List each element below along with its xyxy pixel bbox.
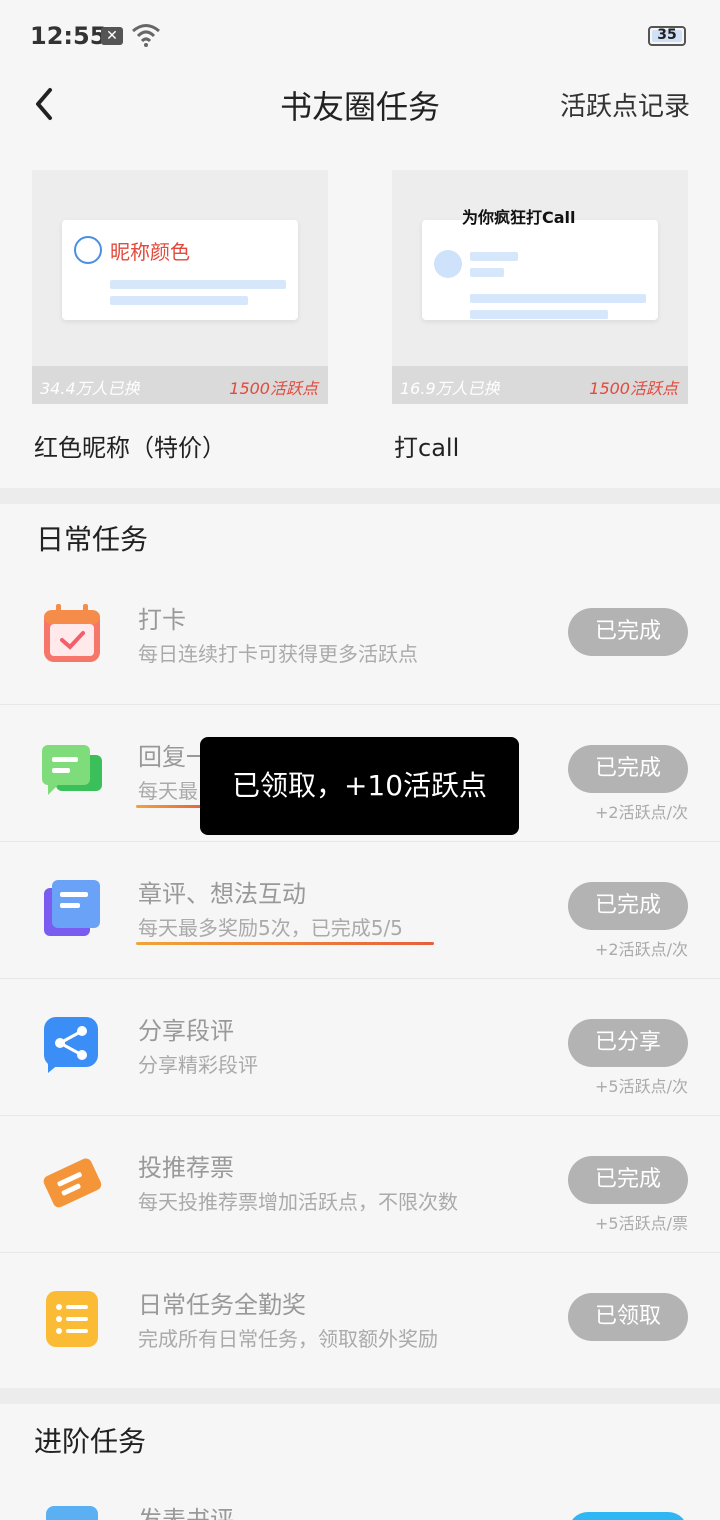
- ticket-icon: [43, 1158, 102, 1208]
- daily-task-section: 日常任务 打卡 每日连续打卡可获得更多活跃点 已完成 回复一 每天最 已完成 +…: [0, 504, 720, 1388]
- task-desc: 分享精彩段评: [138, 1053, 258, 1077]
- comment-doc-icon: [44, 880, 100, 936]
- progress-underline: [136, 805, 208, 808]
- section-title: 进阶任务: [34, 1425, 147, 1458]
- task-name: 打卡: [138, 606, 186, 634]
- section-divider: [0, 1388, 720, 1404]
- advanced-task-section: 进阶任务 发表书评: [0, 1404, 720, 1520]
- task-row-checkin: 打卡 每日连续打卡可获得更多活跃点 已完成: [0, 568, 720, 705]
- progress-underline: [136, 942, 434, 945]
- reward-name: 打call: [394, 434, 460, 462]
- task-row-attendance: 日常任务全勤奖 完成所有日常任务，领取额外奖励 已领取: [0, 1253, 720, 1390]
- calendar-icon: [44, 604, 100, 662]
- task-name: 发表书评: [138, 1506, 234, 1520]
- reward-card-red-nickname[interactable]: 昵称颜色 34.4万人已换 1500活跃点: [32, 170, 328, 404]
- task-desc: 每日连续打卡可获得更多活跃点: [138, 642, 418, 666]
- share-icon: [44, 1017, 98, 1073]
- task-status-button[interactable]: 已分享: [568, 1019, 688, 1067]
- reward-card-footer: 16.9万人已换 1500活跃点: [392, 366, 688, 404]
- section-divider: [0, 488, 720, 504]
- section-title: 日常任务: [36, 523, 149, 556]
- status-time: 12:55: [30, 22, 107, 50]
- task-name: 章评、想法互动: [138, 880, 306, 908]
- dacall-preview: 为你疯狂打Call: [422, 208, 658, 320]
- task-status-button[interactable]: 已完成: [568, 882, 688, 930]
- nickname-preview-label: 昵称颜色: [110, 240, 190, 264]
- reward-cost: 1500活跃点: [589, 379, 678, 398]
- task-desc: 每天最多奖励5次，已完成5/5: [138, 916, 403, 940]
- back-icon[interactable]: [30, 82, 60, 126]
- task-status-button[interactable]: 已领取: [568, 1293, 688, 1341]
- task-action-button[interactable]: [568, 1512, 688, 1520]
- task-reward: +2活跃点/次: [595, 803, 688, 822]
- task-reward: +2活跃点/次: [595, 940, 688, 959]
- task-status-button[interactable]: 已完成: [568, 608, 688, 656]
- dacall-banner: 为你疯狂打Call: [462, 208, 576, 227]
- task-reward: +5活跃点/票: [595, 1214, 688, 1233]
- task-desc: 每天投推荐票增加活跃点，不限次数: [138, 1190, 458, 1214]
- battery-level: 35: [657, 27, 677, 43]
- avatar-icon: [74, 236, 102, 264]
- reward-cost: 1500活跃点: [229, 379, 318, 398]
- task-row-vote: 投推荐票 每天投推荐票增加活跃点，不限次数 已完成 +5活跃点/票: [0, 1116, 720, 1253]
- task-reward: +5活跃点/次: [595, 1077, 688, 1096]
- task-name: 投推荐票: [138, 1154, 234, 1182]
- reward-card-dacall[interactable]: 为你疯狂打Call 16.9万人已换 1500活跃点: [392, 170, 688, 404]
- activity-record-link[interactable]: 活跃点记录: [560, 86, 690, 123]
- task-name: 日常任务全勤奖: [138, 1291, 306, 1319]
- task-row-comment: 章评、想法互动 每天最多奖励5次，已完成5/5 已完成 +2活跃点/次: [0, 842, 720, 979]
- nav-bar: 书友圈任务 活跃点记录: [0, 76, 720, 136]
- task-name: 分享段评: [138, 1017, 234, 1045]
- task-row-share: 分享段评 分享精彩段评 已分享 +5活跃点/次: [0, 979, 720, 1116]
- reward-card-footer: 34.4万人已换 1500活跃点: [32, 366, 328, 404]
- battery-icon: 35: [648, 26, 686, 46]
- list-icon: [46, 1291, 98, 1347]
- exchange-count: 16.9万人已换: [400, 379, 500, 398]
- task-desc: 完成所有日常任务，领取额外奖励: [138, 1327, 438, 1351]
- exchange-count: 34.4万人已换: [40, 379, 140, 398]
- review-icon: [46, 1506, 98, 1520]
- toast-message: 已领取，+10活跃点: [200, 737, 519, 835]
- task-status-button[interactable]: 已完成: [568, 1156, 688, 1204]
- reward-name: 红色昵称（特价）: [34, 434, 226, 462]
- task-desc: 每天最: [138, 779, 198, 803]
- reward-section: 昵称颜色 34.4万人已换 1500活跃点 红色昵称（特价） 为你疯狂打Call…: [0, 150, 720, 488]
- task-status-button[interactable]: 已完成: [568, 745, 688, 793]
- notification-icon: ✕: [101, 27, 123, 45]
- nickname-preview: 昵称颜色: [62, 220, 298, 320]
- status-bar: 12:55 ✕ 35: [0, 0, 720, 76]
- wifi-icon: [132, 24, 160, 47]
- chat-icon: [42, 745, 102, 795]
